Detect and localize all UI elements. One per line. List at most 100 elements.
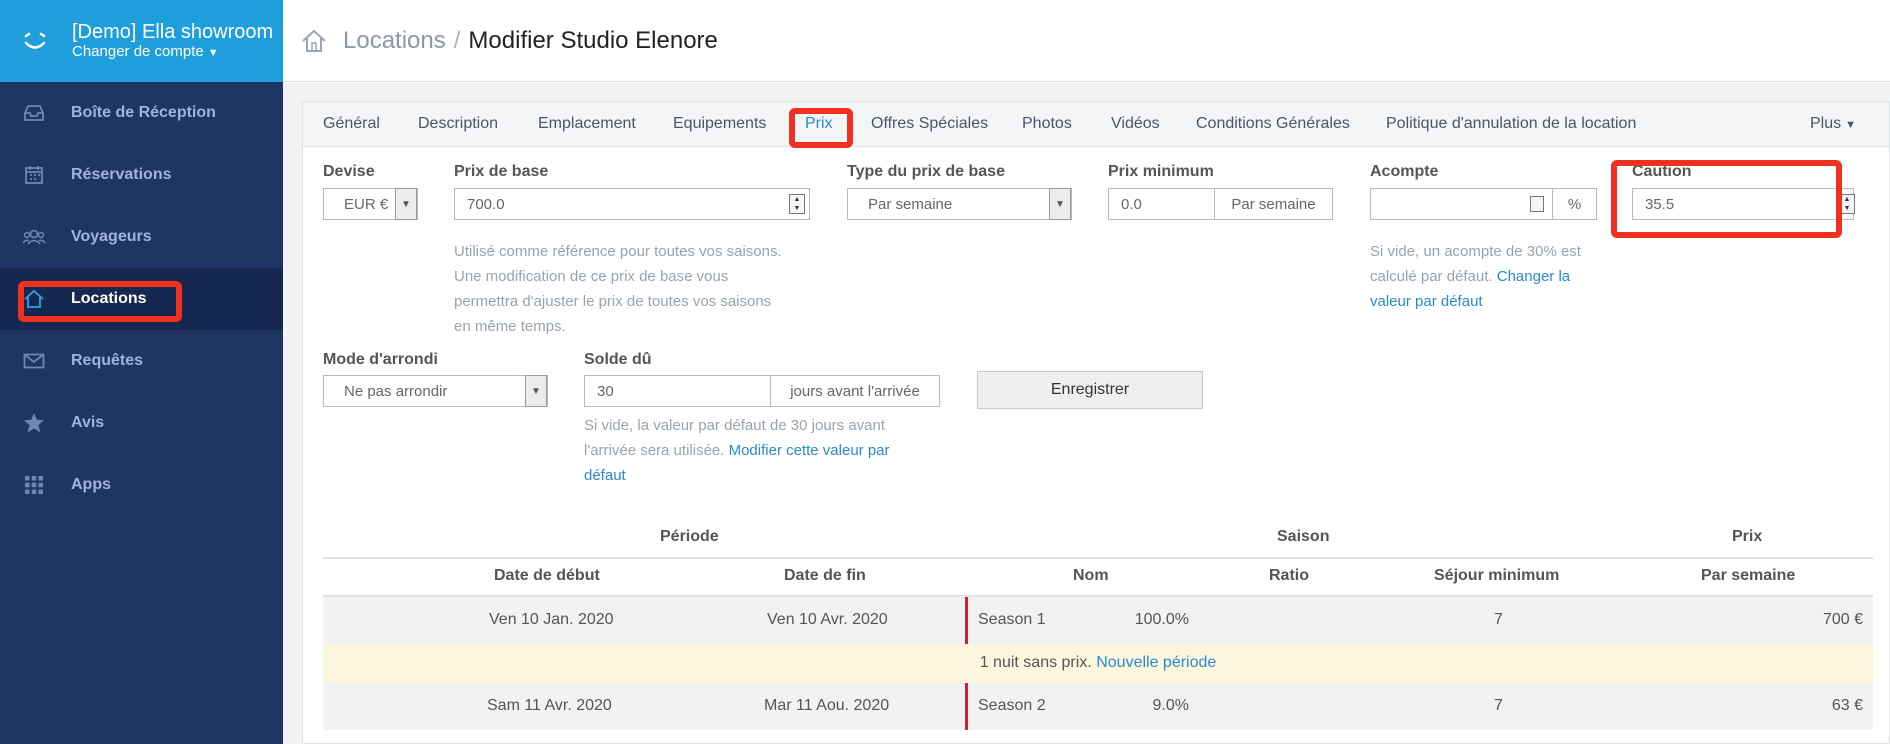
sidebar-item-label: Requêtes — [71, 352, 144, 369]
sidebar: [Demo] Ella showroom Changer de compte ▼ … — [0, 0, 283, 744]
spinner-icon[interactable] — [1530, 196, 1544, 212]
table-row[interactable]: Sam 11 Avr. 2020 Mar 11 Aou. 2020 Season… — [323, 683, 1873, 730]
devise-value: EUR € — [344, 195, 389, 213]
prix-base-label: Prix de base — [454, 163, 549, 180]
star-icon — [22, 411, 46, 435]
prix-minimum-value: 0.0 — [1121, 195, 1142, 213]
cell-date-fin: Ven 10 Avr. 2020 — [767, 611, 888, 628]
sidebar-item-label: Réservations — [71, 166, 172, 183]
cell-sejour-minimum: 7 — [1494, 611, 1503, 628]
solde-input[interactable]: 30 — [584, 375, 771, 407]
help-line: Utilisé comme référence pour toutes vos … — [454, 243, 782, 260]
change-default-link[interactable]: valeur par défaut — [1370, 293, 1483, 310]
switch-account-label: Changer de compte — [72, 42, 204, 60]
tab-equipements[interactable]: Equipements — [673, 115, 766, 133]
account-name: [Demo] Ella showroom — [72, 20, 274, 43]
sidebar-item-label: Voyageurs — [71, 228, 152, 245]
sidebar-item-apps[interactable]: Apps — [0, 454, 283, 516]
help-line: défaut — [584, 463, 890, 488]
arrondi-select[interactable]: Ne pas arrondir ▼ — [323, 375, 548, 407]
tab-emplacement[interactable]: Emplacement — [538, 115, 636, 133]
help-line: Une modification de ce prix de base vous — [454, 268, 729, 285]
solde-value: 30 — [597, 382, 614, 400]
group-prix: Prix — [1732, 528, 1763, 545]
new-period-link[interactable]: Nouvelle période — [1096, 654, 1216, 671]
account-switcher[interactable]: [Demo] Ella showroom Changer de compte ▼ — [0, 0, 283, 82]
table-row[interactable]: Ven 10 Jan. 2020 Ven 10 Avr. 2020 Season… — [323, 597, 1873, 644]
cell-sejour-minimum: 7 — [1494, 697, 1503, 714]
season-color-bar — [965, 597, 968, 644]
switch-account-link[interactable]: Changer de compte ▼ — [72, 43, 273, 62]
home-icon[interactable] — [301, 27, 329, 55]
help-line: calculé par défaut. Changer la — [1370, 264, 1581, 289]
chevron-down-icon: ▼ — [525, 375, 547, 407]
modify-default-link[interactable]: Modifier cette valeur par — [729, 442, 890, 459]
sidebar-item-label: Apps — [71, 476, 111, 493]
help-text: l'arrivée sera utilisée. — [584, 442, 725, 459]
col-date-fin: Date de fin — [784, 567, 866, 584]
group-periode: Période — [660, 528, 719, 545]
season-color-bar — [965, 683, 968, 730]
users-icon — [22, 225, 46, 249]
tab-conditions-generales[interactable]: Conditions Générales — [1196, 115, 1350, 133]
acompte-label: Acompte — [1370, 163, 1439, 180]
save-button[interactable]: Enregistrer — [977, 371, 1203, 409]
col-date-debut: Date de début — [494, 567, 600, 584]
tab-bar: Général Description Emplacement Equipeme… — [303, 102, 1889, 147]
cell-nom: Season 1 — [978, 611, 1046, 628]
modify-default-link[interactable]: défaut — [584, 467, 626, 484]
edit-panel: Général Description Emplacement Equipeme… — [302, 101, 1890, 744]
sidebar-item-requetes[interactable]: Requêtes — [0, 330, 283, 392]
cell-prix: 63 € — [1831, 697, 1863, 714]
tab-videos[interactable]: Vidéos — [1111, 115, 1160, 133]
col-nom: Nom — [1073, 567, 1109, 584]
prix-minimum-addon: Par semaine — [1214, 188, 1333, 220]
caret-down-icon: ▼ — [1845, 119, 1857, 131]
envelope-icon — [22, 349, 46, 373]
sidebar-item-voyageurs[interactable]: Voyageurs — [0, 206, 283, 268]
tab-plus[interactable]: Plus ▼ — [1810, 115, 1856, 133]
type-prix-select[interactable]: Par semaine ▼ — [847, 188, 1072, 220]
prix-base-input[interactable]: 700.0 ▲ ▼ — [454, 188, 810, 220]
breadcrumb-separator: / — [453, 26, 461, 54]
acompte-help: Si vide, un acompte de 30% est calculé p… — [1370, 239, 1581, 314]
spinner-icon[interactable]: ▲ ▼ — [1839, 194, 1855, 214]
caution-value: 35.5 — [1645, 195, 1675, 213]
type-prix-value: Par semaine — [868, 195, 953, 213]
page-title: Modifier Studio Elenore — [468, 26, 718, 54]
home-icon — [22, 287, 46, 311]
page-header: Locations / Modifier Studio Elenore — [283, 0, 1890, 82]
breadcrumb-locations[interactable]: Locations — [343, 27, 446, 55]
help-line: en même temps. — [454, 318, 566, 335]
tab-offres-speciales[interactable]: Offres Spéciales — [871, 115, 988, 133]
group-saison: Saison — [1277, 528, 1330, 545]
tab-general[interactable]: Général — [323, 115, 380, 133]
sidebar-item-locations[interactable]: Locations — [0, 268, 283, 330]
col-par-semaine: Par semaine — [1701, 567, 1796, 584]
change-default-link[interactable]: Changer la — [1497, 268, 1570, 285]
acompte-input[interactable] — [1370, 188, 1553, 220]
tab-prix[interactable]: Prix — [805, 115, 833, 133]
caution-input[interactable]: 35.5 ▲ ▼ — [1632, 188, 1855, 220]
arrondi-value: Ne pas arrondir — [344, 382, 448, 400]
chevron-down-icon: ▼ — [395, 188, 417, 220]
prix-minimum-input[interactable]: 0.0 — [1108, 188, 1215, 220]
sidebar-item-avis[interactable]: Avis — [0, 392, 283, 454]
sidebar-item-label: Avis — [71, 414, 105, 431]
arrondi-label: Mode d'arrondi — [323, 351, 438, 368]
devise-select[interactable]: EUR € ▼ — [323, 188, 418, 220]
tab-politique-annulation[interactable]: Politique d'annulation de la location — [1386, 115, 1636, 133]
help-text: Si vide, un acompte de 30% est — [1370, 243, 1581, 260]
devise-label: Devise — [323, 163, 375, 180]
col-sejour-minimum: Séjour minimum — [1434, 567, 1560, 584]
help-text: Si vide, la valeur par défaut de 30 jour… — [584, 417, 886, 434]
inbox-icon — [22, 101, 46, 125]
tab-plus-label: Plus — [1810, 115, 1842, 132]
cell-date-debut: Sam 11 Avr. 2020 — [487, 697, 612, 714]
help-line: valeur par défaut — [1370, 289, 1581, 314]
tab-description[interactable]: Description — [418, 115, 498, 133]
spinner-icon[interactable]: ▲ ▼ — [789, 194, 805, 214]
sidebar-item-reservations[interactable]: Réservations — [0, 144, 283, 206]
sidebar-item-inbox[interactable]: Boîte de Réception — [0, 82, 283, 144]
tab-photos[interactable]: Photos — [1022, 115, 1072, 133]
